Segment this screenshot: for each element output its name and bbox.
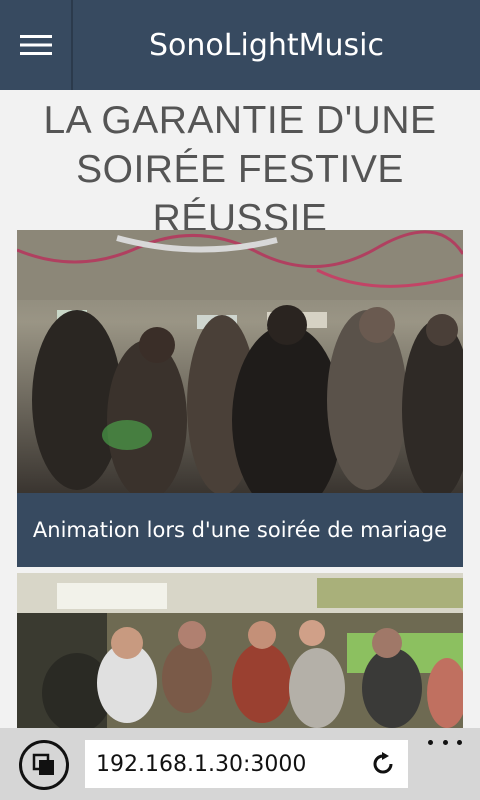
card-caption: Animation lors d'une soirée de mariage [17,493,463,567]
refresh-button[interactable] [368,749,398,779]
more-options-button[interactable] [428,732,462,752]
address-bar[interactable]: 192.168.1.30:3000 [85,740,408,788]
tabs-button[interactable] [19,740,69,790]
more-options-dot [442,739,448,745]
page-headline: LA GARANTIE D'UNE SOIRÉE FESTIVE RÉUSSIE [0,90,480,243]
page-content: LA GARANTIE D'UNE SOIRÉE FESTIVE RÉUSSIE [0,90,480,728]
more-options-icon [428,739,433,745]
headline-line-2: SOIRÉE FESTIVE RÉUSSIE [76,148,404,240]
hamburger-menu-icon [19,35,52,55]
dance-floor-photo [17,573,463,728]
menu-button[interactable] [0,0,73,90]
gallery-card[interactable] [17,573,463,728]
more-options-dot [457,739,462,745]
gallery-card[interactable]: Animation lors d'une soirée de mariage [17,230,463,567]
tabs-icon [32,753,54,775]
app-header: SonoLightMusic [0,0,480,90]
headline-line-1: LA GARANTIE D'UNE [43,99,437,142]
browser-bar: 192.168.1.30:3000 [0,728,480,800]
refresh-icon [373,752,393,774]
url-text: 192.168.1.30:3000 [96,751,307,777]
app-title: SonoLightMusic [149,27,384,63]
wedding-party-photo [17,230,463,493]
